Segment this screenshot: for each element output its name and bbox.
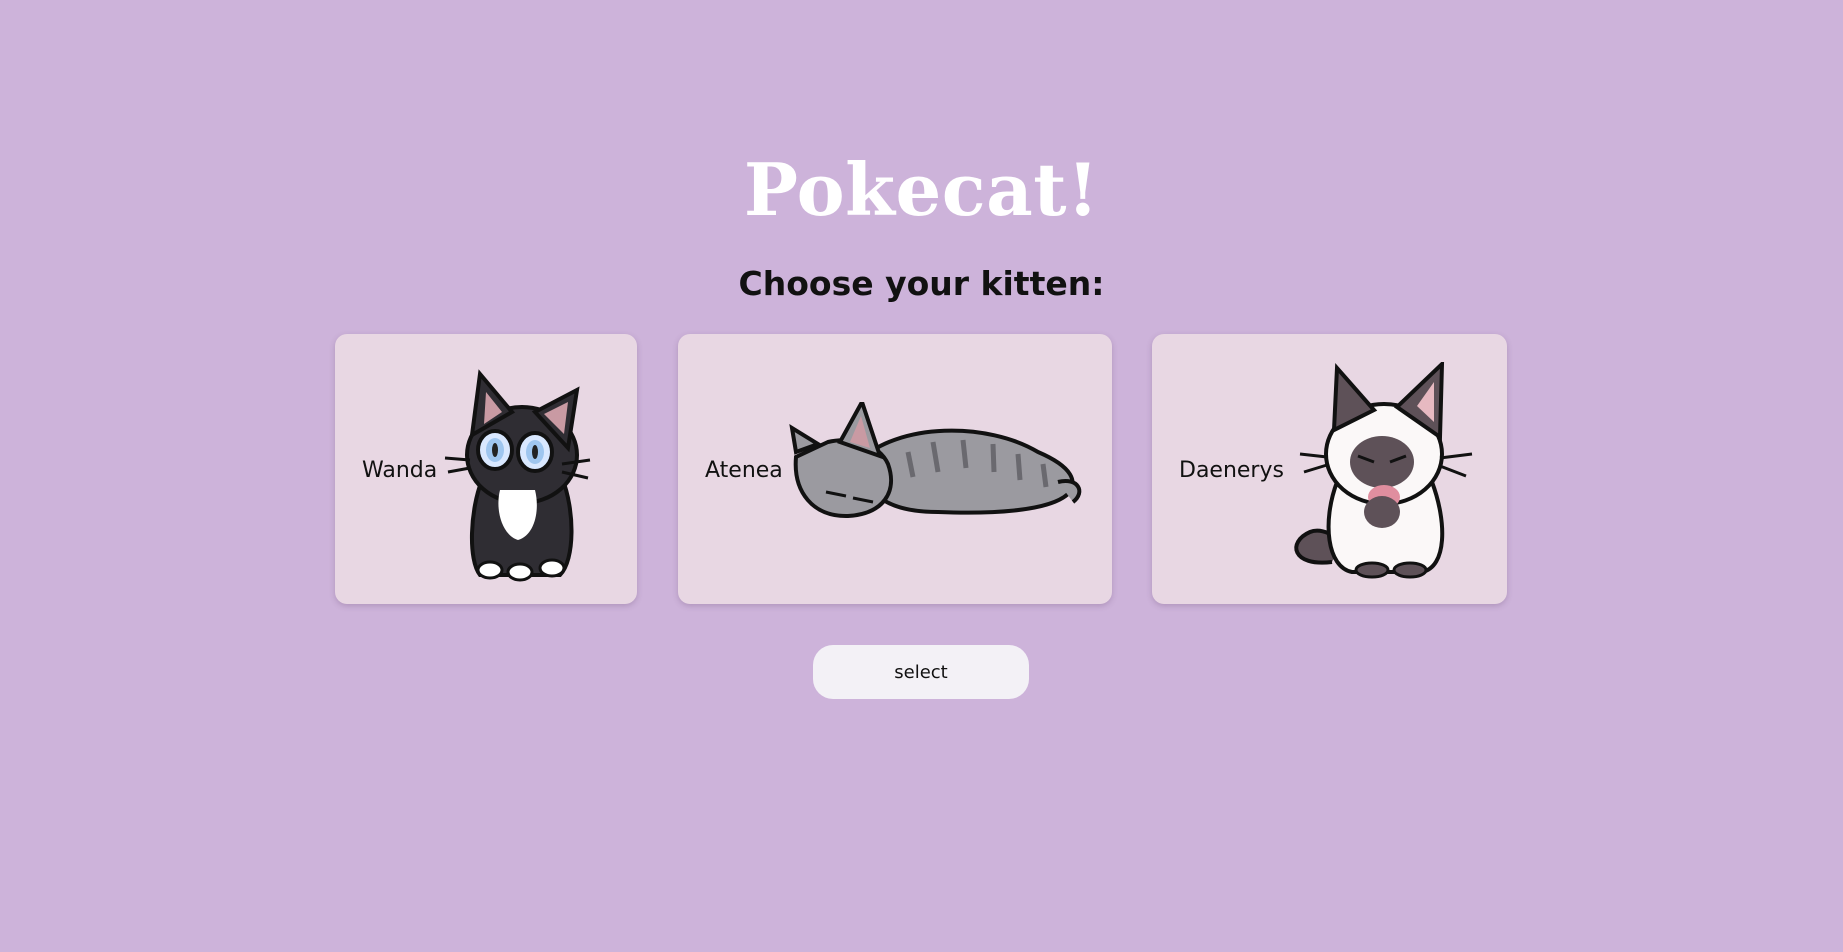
siamese-cat-icon	[1294, 362, 1473, 579]
kitten-card-wanda[interactable]: Wanda	[335, 334, 637, 604]
kitten-name: Daenerys	[1179, 458, 1284, 483]
kitten-card-atenea[interactable]: Atenea	[678, 334, 1112, 604]
kitten-name: Wanda	[362, 458, 438, 483]
page-title: Pokecat!	[743, 147, 1100, 232]
tuxedo-cat-icon	[444, 369, 591, 582]
select-button[interactable]: select	[813, 645, 1029, 699]
kitten-card-daenerys[interactable]: Daenerys	[1152, 334, 1507, 604]
sleeping-tabby-cat-icon	[789, 402, 1082, 519]
kitten-name: Atenea	[705, 458, 783, 483]
page-subtitle: Choose your kitten:	[738, 264, 1105, 303]
